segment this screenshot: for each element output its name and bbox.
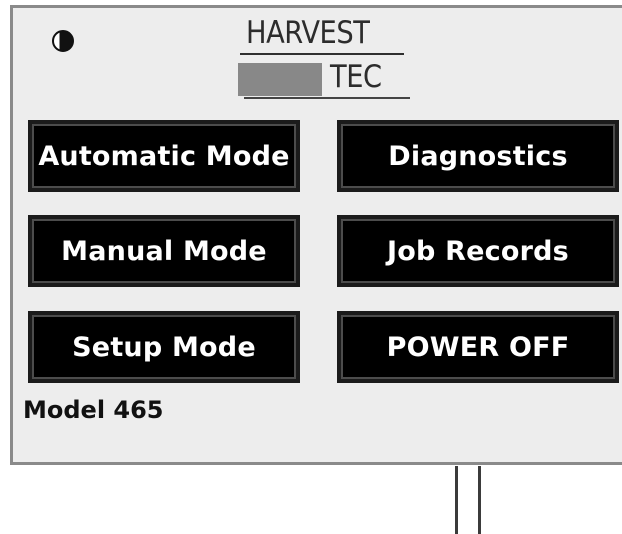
power-off-button[interactable]: POWER OFF: [337, 311, 619, 383]
monitor-stand-post: [455, 466, 481, 534]
job-records-button[interactable]: Job Records: [337, 215, 619, 287]
setup-mode-button[interactable]: Setup Mode: [28, 311, 300, 383]
model-label: Model 465: [23, 396, 164, 424]
manual-mode-button[interactable]: Manual Mode: [28, 215, 300, 287]
diagnostics-button[interactable]: Diagnostics: [337, 120, 619, 192]
logo-base-rule: [244, 97, 410, 99]
panel-bottom-strip: [10, 466, 622, 471]
logo-text-line-1: HARVEST: [246, 15, 370, 51]
contrast-icon[interactable]: [52, 30, 74, 52]
harvest-tec-logo: HARVEST TEC: [238, 14, 410, 104]
logo-gray-bar: [238, 63, 322, 96]
automatic-mode-button[interactable]: Automatic Mode: [28, 120, 300, 192]
logo-text-line-2: TEC: [330, 59, 382, 95]
logo-top-rule: [240, 53, 404, 55]
screen-frame: HARVEST TEC Automatic Mode Diagnostics M…: [0, 0, 622, 534]
